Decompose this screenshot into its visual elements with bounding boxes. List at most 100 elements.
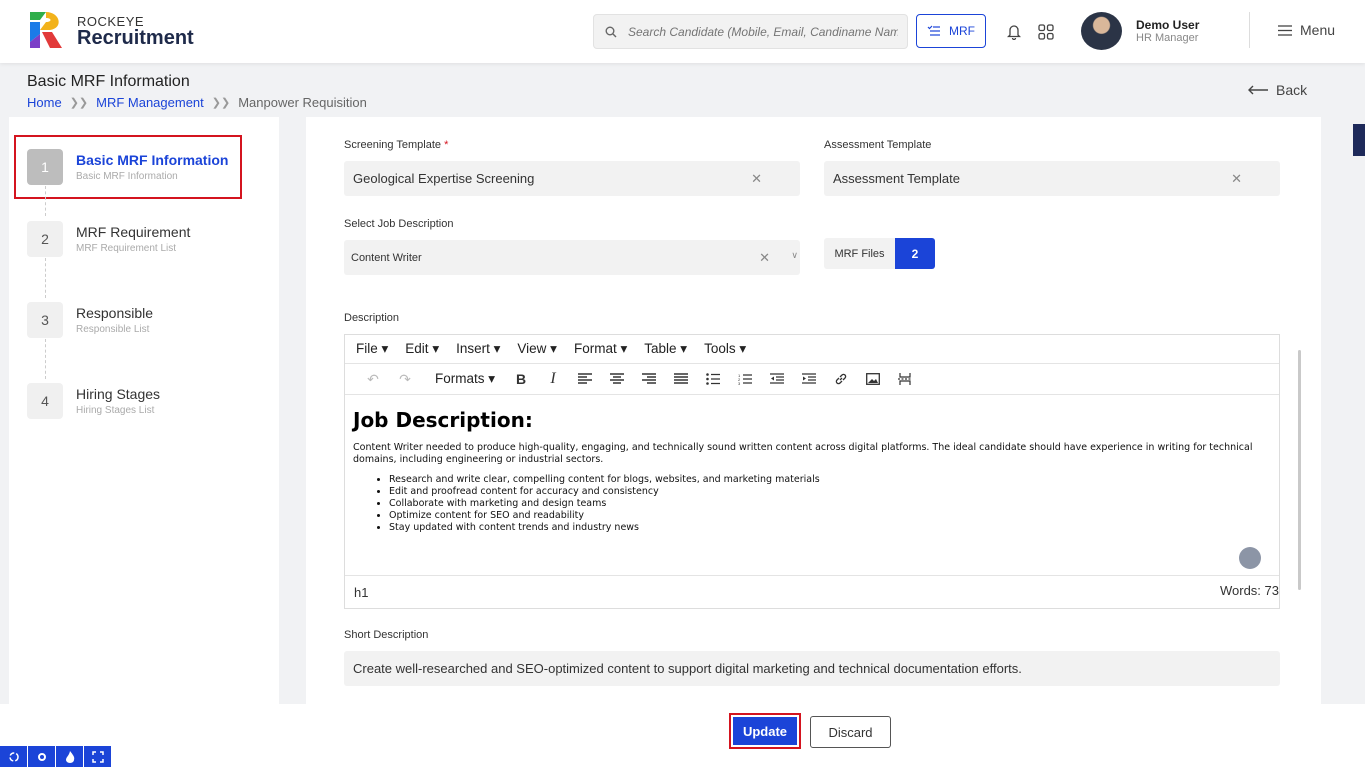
- indent-icon[interactable]: [793, 367, 825, 391]
- top-header: ROCKEYE Recruitment MRF Demo User HR Man…: [0, 0, 1365, 63]
- assessment-template-select[interactable]: Assessment Template ✕: [824, 161, 1280, 196]
- menu-file[interactable]: File ▾: [356, 341, 388, 357]
- search-bar[interactable]: [593, 14, 908, 49]
- search-icon: [594, 26, 628, 38]
- outdent-icon[interactable]: [761, 367, 793, 391]
- page-title: Basic MRF Information: [27, 73, 190, 90]
- expand-icon[interactable]: [84, 746, 111, 767]
- bullet-list-icon[interactable]: [697, 367, 729, 391]
- discard-button[interactable]: Discard: [810, 716, 891, 748]
- assessment-template-value: Assessment Template: [833, 171, 960, 186]
- update-button[interactable]: Update: [729, 713, 801, 749]
- screening-template-label: Screening Template *: [344, 139, 449, 151]
- fire-icon[interactable]: [56, 746, 83, 767]
- redo-icon[interactable]: ↷: [389, 367, 421, 391]
- menu-table[interactable]: Table ▾: [644, 341, 687, 357]
- menu-edit[interactable]: Edit ▾: [405, 341, 439, 357]
- steps-panel: 1 Basic MRF Information Basic MRF Inform…: [9, 117, 279, 704]
- screening-template-value: Geological Expertise Screening: [353, 171, 535, 186]
- job-description-value: Content Writer: [351, 251, 422, 264]
- back-button[interactable]: Back: [1248, 82, 1307, 98]
- back-label: Back: [1276, 82, 1308, 98]
- footer-bar: [0, 704, 1365, 767]
- bell-icon[interactable]: [1004, 22, 1024, 42]
- avatar[interactable]: [1081, 12, 1122, 50]
- rockeye-logo[interactable]: [28, 10, 66, 50]
- list-item: Research and write clear, compelling con…: [389, 474, 1271, 486]
- step-title: MRF Requirement: [76, 224, 191, 240]
- step-hiring-stages[interactable]: 4 Hiring Stages Hiring Stages List: [27, 383, 247, 433]
- breadcrumb-mrf-management[interactable]: MRF Management: [96, 95, 204, 110]
- step-number: 2: [27, 221, 63, 257]
- step-title: Responsible: [76, 305, 154, 321]
- word-count: Words: 73: [1219, 583, 1279, 598]
- element-path[interactable]: h1: [354, 585, 368, 600]
- short-description-field[interactable]: Create well-researched and SEO-optimized…: [344, 651, 1280, 686]
- step-mrf-requirement[interactable]: 2 MRF Requirement MRF Requirement List: [27, 221, 247, 271]
- menu-view[interactable]: View ▾: [517, 341, 557, 357]
- chevron-down-icon[interactable]: ∨: [791, 250, 798, 261]
- align-justify-icon[interactable]: [665, 367, 697, 391]
- job-description-select[interactable]: Content Writer ✕ ∨: [344, 240, 800, 275]
- clear-icon[interactable]: ✕: [1231, 171, 1242, 187]
- list-item: Collaborate with marketing and design te…: [389, 498, 1271, 510]
- mrf-files-button[interactable]: MRF Files 2: [824, 238, 935, 269]
- job-description-label: Select Job Description: [344, 218, 454, 230]
- update-label: Update: [733, 717, 797, 745]
- step-basic-mrf[interactable]: 1 Basic MRF Information Basic MRF Inform…: [27, 149, 247, 199]
- mrf-button[interactable]: MRF: [916, 14, 986, 48]
- step-number: 1: [27, 149, 63, 185]
- list-item: Edit and proofread content for accuracy …: [389, 486, 1271, 498]
- link-icon[interactable]: [825, 367, 857, 391]
- chevron-right-icon: ❯❯: [211, 97, 231, 109]
- job-description-paragraph: Content Writer needed to produce high-qu…: [353, 442, 1253, 465]
- editor-statusbar: h1 Words: 73: [345, 575, 1279, 608]
- form-edge: [1299, 117, 1321, 704]
- responsibilities-list: Research and write clear, compelling con…: [389, 474, 1271, 534]
- list-item: Optimize content for SEO and readability: [389, 510, 1271, 522]
- menu-button[interactable]: Menu: [1278, 22, 1335, 38]
- image-icon[interactable]: [857, 367, 889, 391]
- editor-content[interactable]: Job Description: Content Writer needed t…: [345, 396, 1279, 576]
- mrf-label: MRF: [949, 24, 975, 38]
- formats-dropdown[interactable]: Formats ▾: [421, 371, 505, 387]
- apps-grid-icon[interactable]: [1036, 22, 1056, 42]
- align-right-icon[interactable]: [633, 367, 665, 391]
- clear-icon[interactable]: ✕: [751, 171, 762, 187]
- menu-tools[interactable]: Tools ▾: [704, 341, 746, 357]
- chevron-right-icon: ❯❯: [69, 97, 89, 109]
- editor-menubar: File ▾ Edit ▾ Insert ▾ View ▾ Format ▾ T…: [345, 335, 1279, 364]
- hamburger-icon: [1278, 24, 1292, 36]
- menu-insert[interactable]: Insert ▾: [456, 341, 500, 357]
- required-marker: *: [444, 139, 449, 151]
- step-number: 3: [27, 302, 63, 338]
- settings-icon[interactable]: [28, 746, 55, 767]
- scrollbar[interactable]: [1298, 350, 1301, 590]
- menu-format[interactable]: Format ▾: [574, 341, 627, 357]
- user-name[interactable]: Demo User: [1136, 18, 1199, 32]
- step-responsible[interactable]: 3 Responsible Responsible List: [27, 302, 247, 352]
- align-center-icon[interactable]: [601, 367, 633, 391]
- breadcrumb-home[interactable]: Home: [27, 95, 62, 110]
- screening-template-select[interactable]: Geological Expertise Screening ✕: [344, 161, 800, 196]
- arrow-left-icon: [1248, 85, 1268, 95]
- step-subtitle: MRF Requirement List: [76, 243, 177, 254]
- align-left-icon[interactable]: [569, 367, 601, 391]
- recycle-icon[interactable]: [0, 746, 27, 767]
- list-icon: [927, 25, 940, 36]
- ai-assistant-icon[interactable]: [1239, 547, 1261, 569]
- search-input[interactable]: [628, 24, 898, 39]
- short-description-value: Create well-researched and SEO-optimized…: [353, 661, 1022, 676]
- undo-icon[interactable]: ↶: [357, 367, 389, 391]
- side-panel-tab[interactable]: [1353, 124, 1365, 156]
- bold-icon[interactable]: B: [505, 367, 537, 391]
- clear-icon[interactable]: ✕: [759, 250, 770, 266]
- step-title: Basic MRF Information: [76, 152, 229, 168]
- editor-toolbar: ↶ ↷ Formats ▾ B I 123: [345, 364, 1279, 395]
- svg-text:3: 3: [738, 381, 741, 385]
- header-divider: [1249, 12, 1250, 48]
- step-subtitle: Basic MRF Information: [76, 171, 178, 182]
- page-break-icon[interactable]: [889, 367, 921, 391]
- numbered-list-icon[interactable]: 123: [729, 367, 761, 391]
- italic-icon[interactable]: I: [537, 367, 569, 391]
